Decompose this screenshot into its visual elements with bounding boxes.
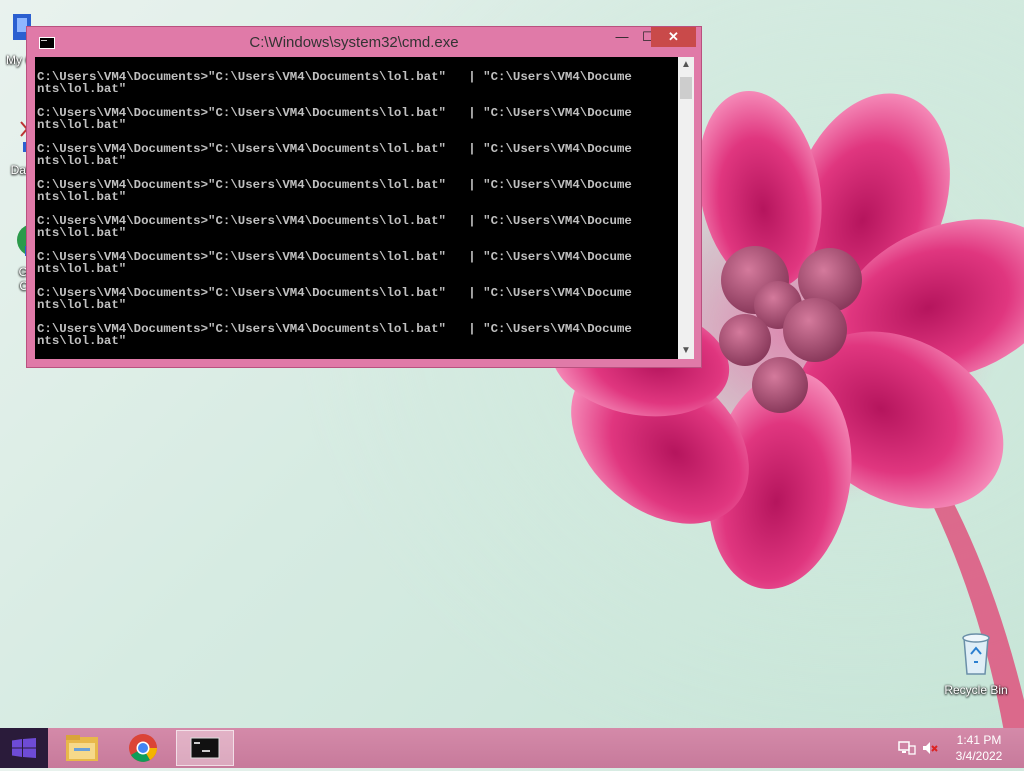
console-line: C:\Users\VM4\Documents>"C:\Users\VM4\Doc… [37,178,632,192]
system-tray [890,728,950,768]
chrome-icon [129,734,157,762]
start-button[interactable] [0,728,48,768]
folder-icon [66,735,98,761]
vertical-scrollbar[interactable]: ▲ ▼ [678,57,694,359]
recycle-bin-icon [962,633,990,675]
console-line: C:\Users\VM4\Documents>"C:\Users\VM4\Doc… [37,250,632,264]
taskbar-chrome[interactable] [115,730,171,766]
window-titlebar[interactable]: C:\Windows\system32\cmd.exe — ☐ ✕ [27,27,701,57]
taskbar: 1:41 PM 3/4/2022 [0,728,1024,768]
console-line: C:\Users\VM4\Documents>"C:\Users\VM4\Doc… [37,286,632,300]
console-line: C:\Users\VM4\Documents>"C:\Users\VM4\Doc… [37,322,632,336]
console-line: nts\lol.bat" [37,118,127,132]
window-title: C:\Windows\system32\cmd.exe [249,34,459,51]
console-line: nts\lol.bat" [37,82,127,96]
taskbar-clock[interactable]: 1:41 PM 3/4/2022 [944,732,1014,764]
taskbar-cmd[interactable] [176,730,234,766]
console-line: nts\lol.bat" [37,190,127,204]
desktop-icon-recycle-bin[interactable]: Recycle Bin [938,630,1014,697]
taskbar-file-explorer[interactable] [54,730,110,766]
console-line: C:\Users\VM4\Documents>"C:\Users\VM4\Doc… [37,70,632,84]
console-line: nts\lol.bat" [37,298,127,312]
clock-time: 1:41 PM [956,733,1002,747]
console-line: nts\lol.bat" [37,262,127,276]
scroll-down-icon[interactable]: ▼ [678,343,694,359]
console-text: C:\Users\VM4\Documents>"C:\Users\VM4\Doc… [35,57,678,347]
console-line: C:\Users\VM4\Documents>"C:\Users\VM4\Doc… [37,106,632,120]
cmd-icon [190,737,220,759]
console-line: C:\Users\VM4\Documents>"C:\Users\VM4\Doc… [37,142,632,156]
scroll-thumb[interactable] [680,77,692,99]
console-output[interactable]: C:\Users\VM4\Documents>"C:\Users\VM4\Doc… [35,57,678,359]
cmd-window[interactable]: C:\Windows\system32\cmd.exe — ☐ ✕ C:\Use… [26,26,702,368]
clock-date: 3/4/2022 [955,749,1003,763]
volume-muted-icon[interactable] [922,740,940,756]
console-line: C:\Users\VM4\Documents>"C:\Users\VM4\Doc… [37,214,632,228]
console-line: nts\lol.bat" [37,154,127,168]
scroll-up-icon[interactable]: ▲ [678,57,694,73]
console-line: nts\lol.bat" [37,226,127,240]
network-icon[interactable] [898,740,916,756]
windows-logo-icon [12,738,36,758]
console-line: nts\lol.bat" [37,334,127,348]
close-button[interactable]: ✕ [651,27,696,47]
desktop-icon-label: Recycle Bin [944,683,1008,697]
